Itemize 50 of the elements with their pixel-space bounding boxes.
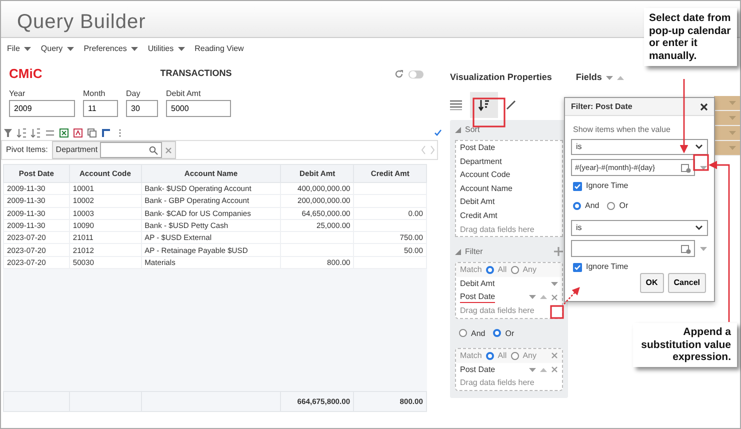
dialog-button[interactable]: OK — [640, 273, 664, 294]
drop-hint: Drag data fields here — [460, 378, 534, 388]
checkbox-label: Ignore Time — [586, 180, 628, 192]
callout-text: Select date from pop-up calendar or enter it manually. — [644, 8, 737, 66]
section-title: Sort — [465, 124, 480, 136]
pivot-label: Pivot Items: — [5, 144, 49, 156]
operator-select[interactable]: is — [571, 139, 708, 156]
input-field[interactable]: 30 — [126, 100, 158, 117]
callout-text: Append a substitution value expression. — [633, 323, 737, 367]
field-item[interactable]: Debit Amt — [460, 197, 495, 206]
field-label: Month — [83, 88, 106, 100]
input-field[interactable]: 5000 — [166, 100, 231, 117]
field-item[interactable]: Debit Amt — [460, 276, 495, 290]
field-item[interactable]: Department — [460, 156, 502, 166]
field-item[interactable]: Post Date — [460, 143, 496, 152]
drop-hint: Drag data fields here — [460, 224, 534, 234]
dialog-prompt: Show items when the value — [572, 124, 672, 136]
menu-item[interactable]: Query — [40, 43, 63, 55]
field-label: Day — [126, 88, 142, 100]
radio-option[interactable]: Or — [493, 326, 514, 340]
panel-title: Visualization Properties — [450, 71, 552, 84]
radio-option[interactable]: Or — [607, 200, 628, 212]
field-item[interactable]: Credit Amt — [460, 210, 498, 220]
menu-item[interactable]: Preferences — [84, 43, 127, 55]
field-item[interactable]: Account Name — [460, 184, 512, 193]
menu-item[interactable]: File — [7, 43, 20, 55]
section-title: Filter — [465, 246, 483, 258]
field-label: Debit Amt — [166, 88, 202, 100]
checkbox-label: Ignore Time — [586, 261, 628, 274]
pivot-item-chip[interactable]: Department — [52, 141, 176, 159]
report-title: TRANSACTIONS — [160, 67, 232, 80]
dialog-button[interactable]: Cancel — [668, 273, 706, 294]
input-field[interactable]: 11 — [83, 100, 118, 117]
drop-hint: Drag data fields here — [460, 306, 534, 315]
logo: CMiC — [9, 65, 42, 84]
field-item[interactable]: Post Date — [460, 292, 496, 303]
radio-option[interactable]: And — [459, 326, 486, 340]
fields-label: Fields — [576, 71, 602, 84]
field-item[interactable]: Post Date — [460, 362, 496, 376]
operator-select[interactable]: is — [571, 220, 708, 236]
dialog-title: Filter: Post Date — [571, 100, 632, 113]
match-label: Match — [460, 350, 482, 362]
field-label: Year — [9, 88, 26, 100]
radio-option[interactable]: And — [573, 200, 600, 212]
match-label: Match — [460, 264, 482, 276]
input-field[interactable]: 2009 — [9, 100, 75, 117]
menu-item[interactable]: Reading View — [194, 43, 244, 55]
menu-item[interactable]: Utilities — [148, 43, 174, 55]
field-item[interactable]: Account Code — [460, 170, 510, 180]
app-title: Query Builder — [17, 10, 146, 35]
